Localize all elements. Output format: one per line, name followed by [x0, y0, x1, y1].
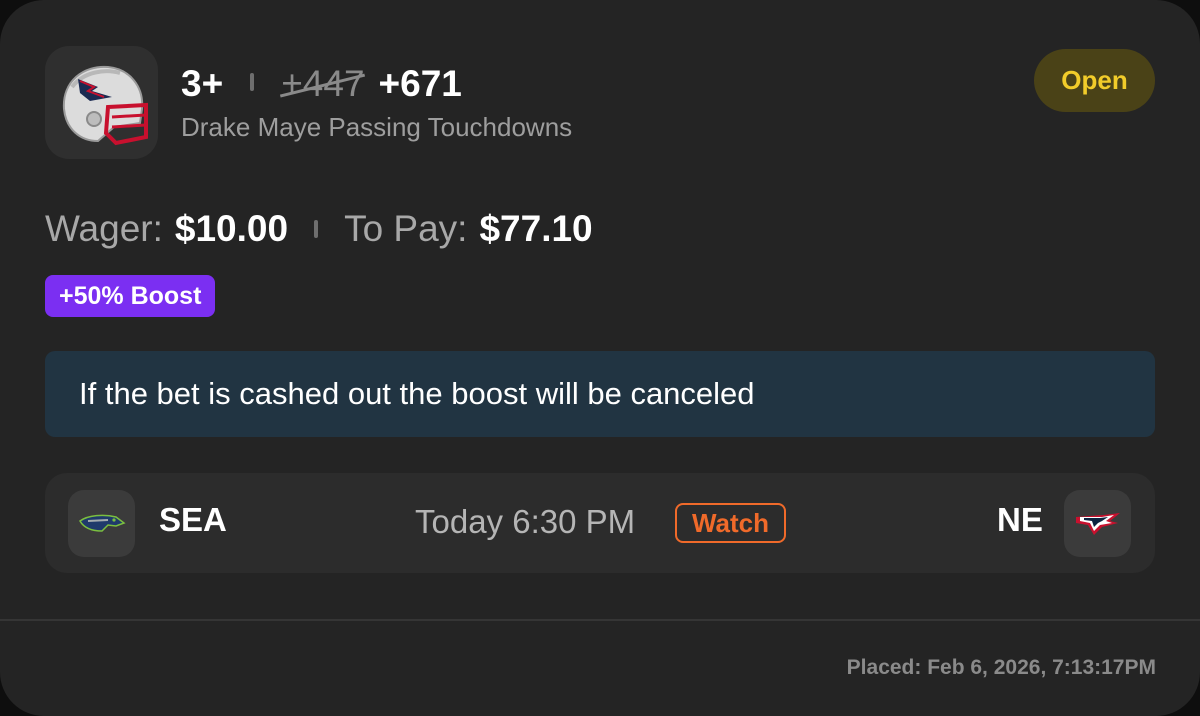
- wager-row: Wager: $10.00 To Pay: $77.10: [45, 205, 593, 253]
- market-name: Drake Maye Passing Touchdowns: [181, 112, 573, 142]
- game-time: Today 6:30 PM: [415, 503, 636, 540]
- patriots-logo-icon: [1064, 490, 1131, 557]
- home-team-abbr: NE: [997, 501, 1043, 538]
- wager-value: $10.00: [174, 208, 289, 249]
- watch-button[interactable]: Watch: [675, 503, 786, 543]
- divider: [0, 619, 1200, 621]
- wager-label: Wager:: [45, 208, 163, 249]
- odds-line: 3+ +447 +671: [181, 62, 462, 106]
- game-row[interactable]: SEA Today 6:30 PM Watch NE: [45, 473, 1155, 573]
- separator: [314, 220, 319, 238]
- to-pay-value: $77.10: [479, 208, 593, 249]
- seahawks-logo-icon: [68, 490, 135, 557]
- separator: [250, 73, 255, 91]
- boosted-odds: +671: [378, 63, 462, 104]
- boost-badge: +50% Boost: [45, 275, 216, 317]
- to-pay-label: To Pay:: [344, 208, 468, 249]
- patriots-helmet-icon: [45, 46, 158, 159]
- boost-notice: If the bet is cashed out the boost will …: [45, 351, 1155, 437]
- original-odds: +447: [281, 63, 365, 104]
- line-value: 3+: [181, 63, 224, 104]
- status-badge: Open: [1034, 49, 1155, 112]
- away-team-abbr: SEA: [159, 501, 227, 538]
- bet-card[interactable]: 3+ +447 +671 Drake Maye Passing Touchdow…: [0, 0, 1200, 716]
- placed-timestamp: Placed: Feb 6, 2026, 7:13:17PM: [846, 656, 1156, 679]
